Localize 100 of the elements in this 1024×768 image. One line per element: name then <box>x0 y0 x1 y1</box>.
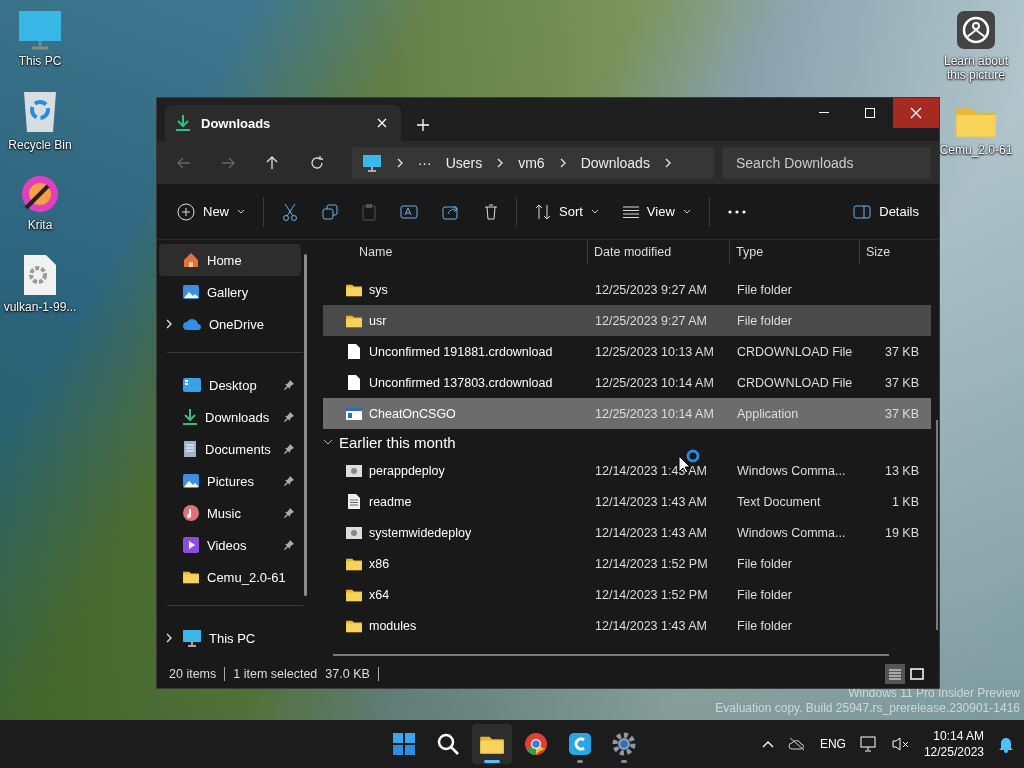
scissors-icon <box>282 202 298 221</box>
chrome-icon <box>524 732 548 756</box>
pin-icon <box>283 475 295 487</box>
file-name: sys <box>369 282 388 297</box>
date-cell-text: 12/14/2023 1:43 AM <box>594 525 708 540</box>
search-field[interactable]: Search Downloads <box>722 146 931 179</box>
file-row[interactable]: systemwidedeploy 12/14/2023 1:43 AM Windows Comma... 19 KB <box>323 517 931 548</box>
tab[interactable]: Downloads <box>165 105 401 141</box>
sort-arrows-icon <box>535 203 551 220</box>
column-header[interactable]: Name <box>337 240 587 264</box>
breadcrumb-item[interactable]: Users <box>445 154 483 171</box>
file-row[interactable]: sys 12/25/2023 9:27 AM File folder <box>323 274 931 305</box>
pin-icon <box>283 411 295 423</box>
clock[interactable]: 10:14 AM 12/25/2023 <box>923 728 984 760</box>
desktop-icon-label[interactable]: This PC <box>18 54 62 68</box>
new-button[interactable]: New <box>167 196 255 227</box>
view-toggle[interactable] <box>885 664 905 684</box>
desktop-icon-label[interactable]: Recycle Bin <box>8 138 72 152</box>
cloud-offline-icon[interactable] <box>787 737 806 751</box>
file-row[interactable]: usr 12/25/2023 9:27 AM File folder <box>323 305 931 336</box>
text-file-icon <box>347 493 361 510</box>
speaker-muted-icon[interactable] <box>891 736 910 752</box>
selection-size: 37.0 KB <box>325 667 370 681</box>
language-indicator[interactable]: ENG <box>819 737 846 751</box>
scrollbar[interactable] <box>304 254 307 596</box>
chevron-up-icon[interactable] <box>761 740 774 748</box>
clipboard-icon <box>362 202 376 221</box>
copy-icon <box>322 203 338 220</box>
c-app-icon <box>568 732 592 756</box>
column-header[interactable]: Size <box>859 240 923 264</box>
time-text: 10:14 AM <box>933 728 984 744</box>
ellipsis-crumb[interactable]: ··· <box>417 154 432 171</box>
column-header[interactable]: Type <box>729 240 859 264</box>
scrollbar[interactable] <box>936 420 938 630</box>
settings-icon <box>612 732 636 756</box>
file-row[interactable]: CheatOnCSGO 12/25/2023 10:14 AM Application 37 KB <box>323 398 931 429</box>
chevron-icon <box>395 157 404 168</box>
sidebar-item[interactable]: Documents <box>159 433 301 465</box>
sidebar-item[interactable]: Desktop <box>159 369 301 401</box>
date-cell-text: 12/25/2023 9:27 AM <box>594 282 708 297</box>
sidebar-item[interactable]: Home <box>159 244 301 276</box>
file-name: Unconfirmed 191881.crdownload <box>369 344 553 359</box>
file-name: systemwidedeploy <box>369 525 472 540</box>
selection-info: 1 item selected <box>233 667 318 681</box>
type-cell-text: Text Document <box>736 494 822 509</box>
sidebar-item[interactable]: Gallery <box>159 276 301 308</box>
sidebar-item[interactable]: Music <box>159 497 301 529</box>
type-cell-text: File folder <box>736 282 793 297</box>
download-icon <box>182 408 198 426</box>
desktop-icon-label[interactable]: vulkan-1-99... <box>3 300 77 314</box>
view-button[interactable]: View <box>612 198 701 225</box>
caret-icon <box>590 208 599 215</box>
sidebar-item[interactable]: This PC <box>159 622 301 654</box>
network-icon[interactable] <box>859 736 878 752</box>
breadcrumb-item[interactable]: Downloads <box>580 154 650 171</box>
file-name: modules <box>369 618 417 633</box>
size-cell-text: 13 KB <box>883 463 920 478</box>
item-count: 20 items <box>169 667 217 681</box>
script-file-icon <box>345 463 363 478</box>
details-button[interactable]: Details <box>843 198 929 225</box>
file-row[interactable]: modules 12/14/2023 1:43 AM File folder <box>323 610 931 641</box>
date-cell-text: 12/14/2023 1:52 PM <box>594 556 709 571</box>
taskbar-app-button[interactable] <box>472 724 512 764</box>
plus-icon <box>417 119 429 131</box>
address-bar[interactable]: ··· Users vm6 Downloads <box>351 146 714 179</box>
file-name: Unconfirmed 137803.crdownload <box>369 375 553 390</box>
sidebar-item[interactable]: Downloads <box>159 401 301 433</box>
desktop-icon-label[interactable]: Krita <box>27 218 53 232</box>
file-row[interactable]: Unconfirmed 137803.crdownload 12/25/2023 10:14 AM CRDOWNLOAD File 37 KB <box>323 367 931 398</box>
file-name: readme <box>369 494 412 509</box>
sidebar-item[interactable]: Cemu_2.0-61 <box>159 561 301 593</box>
caret-icon <box>237 208 245 215</box>
folder-icon <box>345 556 363 571</box>
file-row[interactable]: x64 12/14/2023 1:52 PM File folder <box>323 579 931 610</box>
expand-chevron-icon <box>165 633 173 643</box>
file-name: x64 <box>369 587 390 602</box>
list-icon <box>622 205 639 218</box>
file-name: perappdeploy <box>369 463 445 478</box>
breadcrumb-item[interactable]: vm6 <box>518 154 545 171</box>
picture-icon <box>182 472 200 490</box>
pin-icon <box>283 379 295 391</box>
file-row[interactable]: x86 12/14/2023 1:52 PM File folder <box>323 548 931 579</box>
music-icon <box>182 504 200 522</box>
monitor-icon <box>361 153 382 172</box>
sort-button[interactable]: Sort <box>525 197 609 226</box>
tiles-view-icon <box>910 668 924 680</box>
folder-icon <box>182 570 200 584</box>
column-header[interactable]: Date modified <box>587 240 729 264</box>
folder-icon <box>345 618 363 633</box>
file-name: x86 <box>369 556 390 571</box>
scrollbar[interactable] <box>333 654 889 656</box>
sidebar-item[interactable]: OneDrive <box>159 308 301 340</box>
monitor-icon <box>182 629 202 647</box>
date-cell-text: 12/25/2023 10:13 AM <box>594 344 715 359</box>
expand-chevron-icon <box>165 319 173 329</box>
file-row[interactable]: readme 12/14/2023 1:43 AM Text Document 1 KB <box>323 486 931 517</box>
file-row[interactable]: Unconfirmed 191881.crdownload 12/25/2023 10:13 AM CRDOWNLOAD File 37 KB <box>323 336 931 367</box>
sidebar-item[interactable]: Pictures <box>159 465 301 497</box>
sidebar-item[interactable]: Videos <box>159 529 301 561</box>
bell-icon[interactable] <box>998 735 1014 753</box>
